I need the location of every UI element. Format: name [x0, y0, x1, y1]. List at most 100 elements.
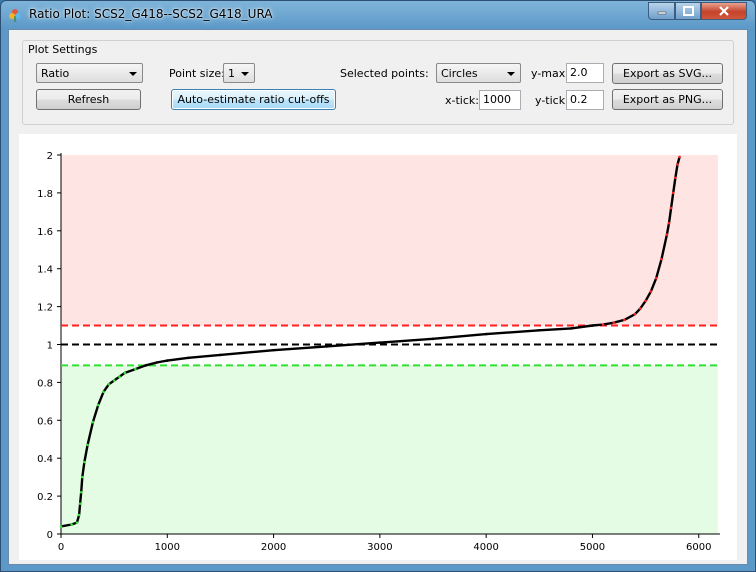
selected-points-combo[interactable]: Circles: [436, 63, 521, 83]
data-point: [77, 513, 81, 517]
lower-cutoff-region: [61, 365, 718, 534]
selected-points-label: Selected points:: [340, 67, 429, 80]
maximize-icon: [682, 6, 694, 16]
upper-cutoff-region: [61, 155, 718, 326]
data-point: [569, 327, 573, 330]
plot-settings-title: Plot Settings: [26, 43, 100, 56]
data-point: [676, 163, 679, 166]
title-bar[interactable]: Ratio Plot: SCS2_G418--SCS2_G418_URA: [1, 1, 755, 29]
data-point: [484, 332, 488, 336]
close-button[interactable]: [701, 2, 747, 20]
data-point: [70, 523, 73, 526]
data-point: [644, 299, 647, 303]
data-point: [325, 345, 329, 348]
ratio-chart: 0 0.2 0.4 0.6 0.8 1 1.2 1.4 1.6 1.8 2 0 1000 2000 3000…: [37, 151, 720, 553]
refresh-button-label: Refresh: [67, 93, 110, 106]
data-point: [431, 337, 435, 341]
data-point: [107, 382, 111, 386]
data-point: [665, 233, 669, 236]
y-tick-label: y-tick:: [535, 94, 569, 107]
data-point: [272, 348, 275, 352]
y-tick-value: 0.2: [570, 93, 588, 106]
maximize-button[interactable]: [675, 2, 701, 20]
minimize-icon: [657, 11, 666, 15]
auto-estimate-button-label: Auto-estimate ratio cut-offs: [177, 93, 330, 106]
x-tick-label: 4000: [473, 542, 498, 553]
data-point: [678, 155, 681, 159]
y-max-input[interactable]: 2.0: [566, 63, 604, 83]
data-point: [660, 257, 663, 261]
export-svg-button-label: Export as SVG...: [623, 67, 712, 80]
point-size-value: 1: [228, 67, 235, 80]
x-tick-label: 5000: [580, 542, 605, 553]
data-point: [669, 206, 673, 210]
data-point: [591, 324, 594, 327]
data-point: [667, 221, 671, 225]
data-point: [91, 420, 95, 424]
data-point: [79, 491, 83, 494]
x-tick-input[interactable]: 1000: [479, 90, 521, 110]
ratio-plot-area[interactable]: 0 0.2 0.4 0.6 0.8 1 1.2 1.4 1.6 1.8 2 0 1000 2000 3000…: [19, 134, 737, 560]
y-max-value: 2.0: [570, 66, 588, 79]
data-point: [80, 475, 84, 479]
data-point: [671, 191, 675, 195]
qt-flower-icon: [9, 9, 21, 22]
x-tick-label: x-tick:: [445, 94, 479, 107]
x-tick-label: 1000: [155, 542, 180, 553]
data-point: [654, 276, 658, 280]
data-point: [219, 353, 222, 357]
client-area: Plot Settings Ratio Refresh Point size: …: [8, 29, 748, 565]
minimize-button[interactable]: [648, 2, 675, 20]
export-png-button[interactable]: Export as PNG...: [612, 89, 723, 110]
y-tick-label: 1.6: [37, 227, 53, 238]
y-tick-label: 0: [47, 530, 53, 541]
y-max-label: y-max:: [531, 67, 569, 80]
data-point: [75, 521, 79, 524]
y-tick-label: 1.2: [37, 303, 53, 314]
chevron-down-icon: [129, 72, 137, 76]
y-tick-label: 1.8: [37, 189, 53, 200]
data-point: [112, 379, 116, 382]
export-svg-button[interactable]: Export as SVG...: [612, 63, 723, 84]
auto-estimate-button[interactable]: Auto-estimate ratio cut-offs: [171, 89, 336, 110]
window-title: Ratio Plot: SCS2_G418--SCS2_G418_URA: [29, 7, 273, 21]
data-point: [118, 375, 121, 379]
data-point: [674, 176, 677, 180]
data-point: [601, 323, 605, 326]
data-point: [96, 403, 100, 407]
mode-combo[interactable]: Ratio: [36, 63, 143, 83]
data-point: [59, 525, 63, 528]
point-size-label: Point size:: [169, 67, 225, 80]
data-point: [649, 290, 653, 293]
point-size-combo[interactable]: 1: [223, 63, 255, 83]
mode-combo-value: Ratio: [41, 67, 70, 80]
chevron-down-icon: [507, 72, 515, 76]
x-tick-label: 3000: [367, 542, 392, 553]
data-point: [638, 307, 642, 310]
export-png-button-label: Export as PNG...: [622, 93, 713, 106]
data-point: [378, 341, 382, 344]
x-tick-label: 2000: [261, 542, 286, 553]
y-tick-label: 1.4: [37, 265, 53, 276]
data-point: [78, 502, 82, 505]
ratio-plot-window: Ratio Plot: SCS2_G418--SCS2_G418_URA Plo…: [0, 0, 756, 572]
data-point: [612, 321, 616, 325]
data-point: [538, 328, 541, 332]
y-tick-label: 0.4: [37, 454, 53, 465]
x-tick-value: 1000: [483, 93, 511, 106]
data-point: [144, 364, 148, 367]
refresh-button[interactable]: Refresh: [36, 89, 141, 110]
y-tick-label: 0.6: [37, 416, 53, 427]
data-point: [155, 361, 158, 364]
x-tick-label: 0: [58, 542, 64, 553]
data-point: [123, 371, 127, 375]
data-point: [165, 359, 169, 362]
y-tick-label: 1: [47, 341, 53, 352]
y-tick-label: 0.8: [37, 378, 53, 389]
data-point: [623, 318, 626, 322]
data-point: [83, 460, 86, 464]
data-point: [86, 443, 89, 447]
data-point: [187, 356, 190, 360]
data-point: [633, 312, 637, 316]
y-tick-input[interactable]: 0.2: [566, 90, 604, 110]
